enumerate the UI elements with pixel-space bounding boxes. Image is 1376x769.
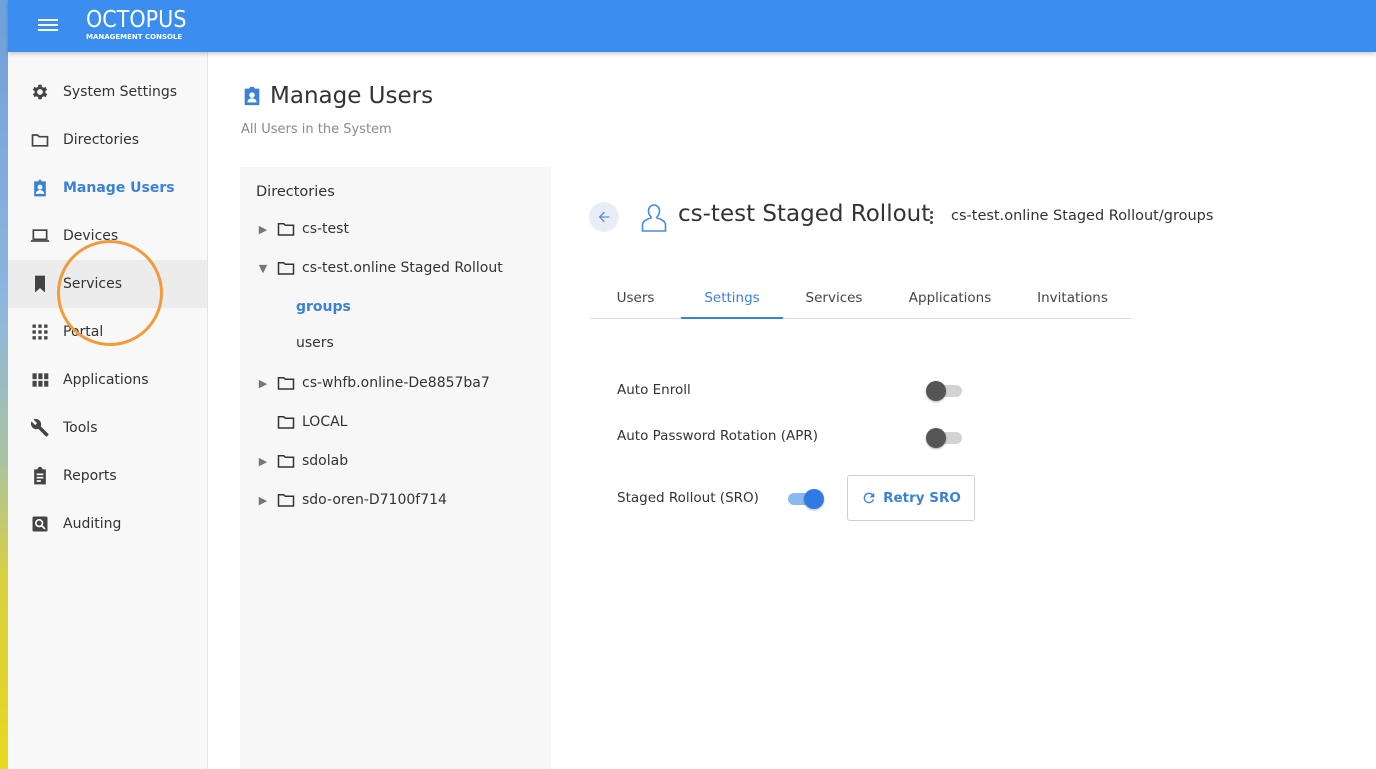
retry-sro-button[interactable]: Retry SRO [847, 475, 975, 521]
page-subtitle: All Users in the System [241, 122, 392, 137]
folder-icon [30, 130, 50, 150]
sidebar-item-manage-users[interactable]: Manage Users [8, 164, 207, 212]
sro-label: Staged Rollout (SRO) [617, 490, 759, 506]
tab-invitations[interactable]: Invitations [1015, 278, 1130, 318]
apr-toggle[interactable] [926, 427, 962, 448]
folder-icon [277, 494, 295, 507]
sidebar-item-label: Directories [63, 132, 140, 148]
sidebar: System Settings Directories Manage Users… [8, 52, 208, 769]
top-app-bar: OCTOPUS MANAGEMENT CONSOLE [8, 0, 1376, 52]
desktop-background [0, 0, 8, 769]
tree-item-label: LOCAL [302, 414, 348, 430]
collapse-arrow-icon[interactable]: ▼ [256, 262, 270, 275]
tree-item-local[interactable]: LOCAL [256, 410, 347, 434]
tree-child-groups[interactable]: groups [296, 299, 351, 315]
folder-icon [277, 416, 295, 429]
arrow-left-icon [598, 211, 610, 223]
folder-icon [277, 455, 295, 468]
brand-name: OCTOPUS [86, 7, 187, 33]
sidebar-item-system-settings[interactable]: System Settings [8, 68, 207, 116]
tab-users[interactable]: Users [590, 278, 681, 318]
sidebar-item-label: Manage Users [63, 180, 175, 196]
sidebar-item-label: System Settings [63, 84, 178, 100]
more-options-icon[interactable] [925, 207, 937, 227]
tab-services[interactable]: Services [783, 278, 885, 318]
tree-item-cs-test[interactable]: ▶ cs-test [256, 217, 349, 241]
bookmark-icon [30, 274, 50, 294]
expand-arrow-icon[interactable]: ▶ [256, 377, 270, 390]
folder-icon [277, 377, 295, 390]
sro-toggle[interactable] [786, 488, 824, 509]
sidebar-item-portal[interactable]: Portal [8, 308, 207, 356]
sidebar-item-label: Portal [63, 324, 104, 340]
tree-item-label: cs-whfb.online-De8857ba7 [302, 375, 490, 391]
directories-panel: Directories ▶ cs-test ▼ cs-test.online S… [240, 167, 551, 769]
apps-icon [30, 370, 50, 390]
brand-logo: OCTOPUS MANAGEMENT CONSOLE [86, 8, 198, 41]
sidebar-item-label: Services [63, 276, 123, 292]
tree-item-label: cs-test [302, 221, 349, 237]
auto-enroll-label: Auto Enroll [617, 382, 691, 398]
wrench-icon [30, 418, 50, 438]
expand-arrow-icon[interactable]: ▶ [256, 455, 270, 468]
grid-icon [30, 322, 50, 342]
sidebar-item-devices[interactable]: Devices [8, 212, 207, 260]
sidebar-item-services[interactable]: Services [8, 260, 207, 308]
sidebar-item-directories[interactable]: Directories [8, 116, 207, 164]
auto-enroll-toggle[interactable] [926, 380, 962, 401]
tab-bar: Users Settings Services Applications Inv… [590, 278, 1131, 319]
tree-item-label: cs-test.online Staged Rollout [302, 260, 503, 276]
sidebar-item-tools[interactable]: Tools [8, 404, 207, 452]
folder-icon [277, 223, 295, 236]
sidebar-item-applications[interactable]: Applications [8, 356, 207, 404]
expand-arrow-icon[interactable]: ▶ [256, 223, 270, 236]
page-title: Manage Users [241, 83, 433, 109]
tree-item-cs-whfb[interactable]: ▶ cs-whfb.online-De8857ba7 [256, 371, 490, 395]
tree-item-label: sdolab [302, 453, 349, 469]
group-path: cs-test.online Staged Rollout/groups [951, 208, 1214, 224]
sidebar-item-label: Reports [63, 468, 117, 484]
sidebar-item-label: Applications [63, 372, 149, 388]
clipboard-icon [30, 466, 50, 486]
gear-icon [30, 82, 50, 102]
brand-subtitle: MANAGEMENT CONSOLE [86, 33, 183, 41]
group-icon [641, 204, 667, 232]
folder-icon [277, 262, 295, 275]
user-badge-icon [30, 178, 50, 198]
sidebar-item-label: Auditing [63, 516, 122, 532]
sidebar-item-label: Tools [63, 420, 98, 436]
user-badge-icon [244, 86, 260, 106]
sidebar-item-auditing[interactable]: Auditing [8, 500, 207, 548]
sidebar-item-label: Devices [63, 228, 119, 244]
tree-child-users[interactable]: users [296, 335, 334, 351]
tree-item-sdo-oren[interactable]: ▶ sdo-oren-D7100f714 [256, 488, 447, 512]
group-title: cs-test Staged Rollout [678, 201, 931, 227]
tree-item-label: sdo-oren-D7100f714 [302, 492, 447, 508]
directories-heading: Directories [256, 184, 335, 200]
tab-settings[interactable]: Settings [681, 278, 783, 319]
apr-label: Auto Password Rotation (APR) [617, 428, 819, 444]
refresh-icon [863, 492, 875, 504]
back-button[interactable] [589, 202, 619, 232]
retry-sro-label: Retry SRO [883, 490, 961, 506]
expand-arrow-icon[interactable]: ▶ [256, 494, 270, 507]
menu-icon[interactable] [38, 16, 60, 36]
page-title-text: Manage Users [270, 83, 434, 109]
tree-item-cs-test-online-staged-rollout[interactable]: ▼ cs-test.online Staged Rollout [256, 256, 503, 280]
sidebar-item-reports[interactable]: Reports [8, 452, 207, 500]
tab-applications[interactable]: Applications [890, 278, 1010, 318]
laptop-icon [30, 226, 50, 246]
tree-item-sdolab[interactable]: ▶ sdolab [256, 449, 348, 473]
search-report-icon [30, 514, 50, 534]
